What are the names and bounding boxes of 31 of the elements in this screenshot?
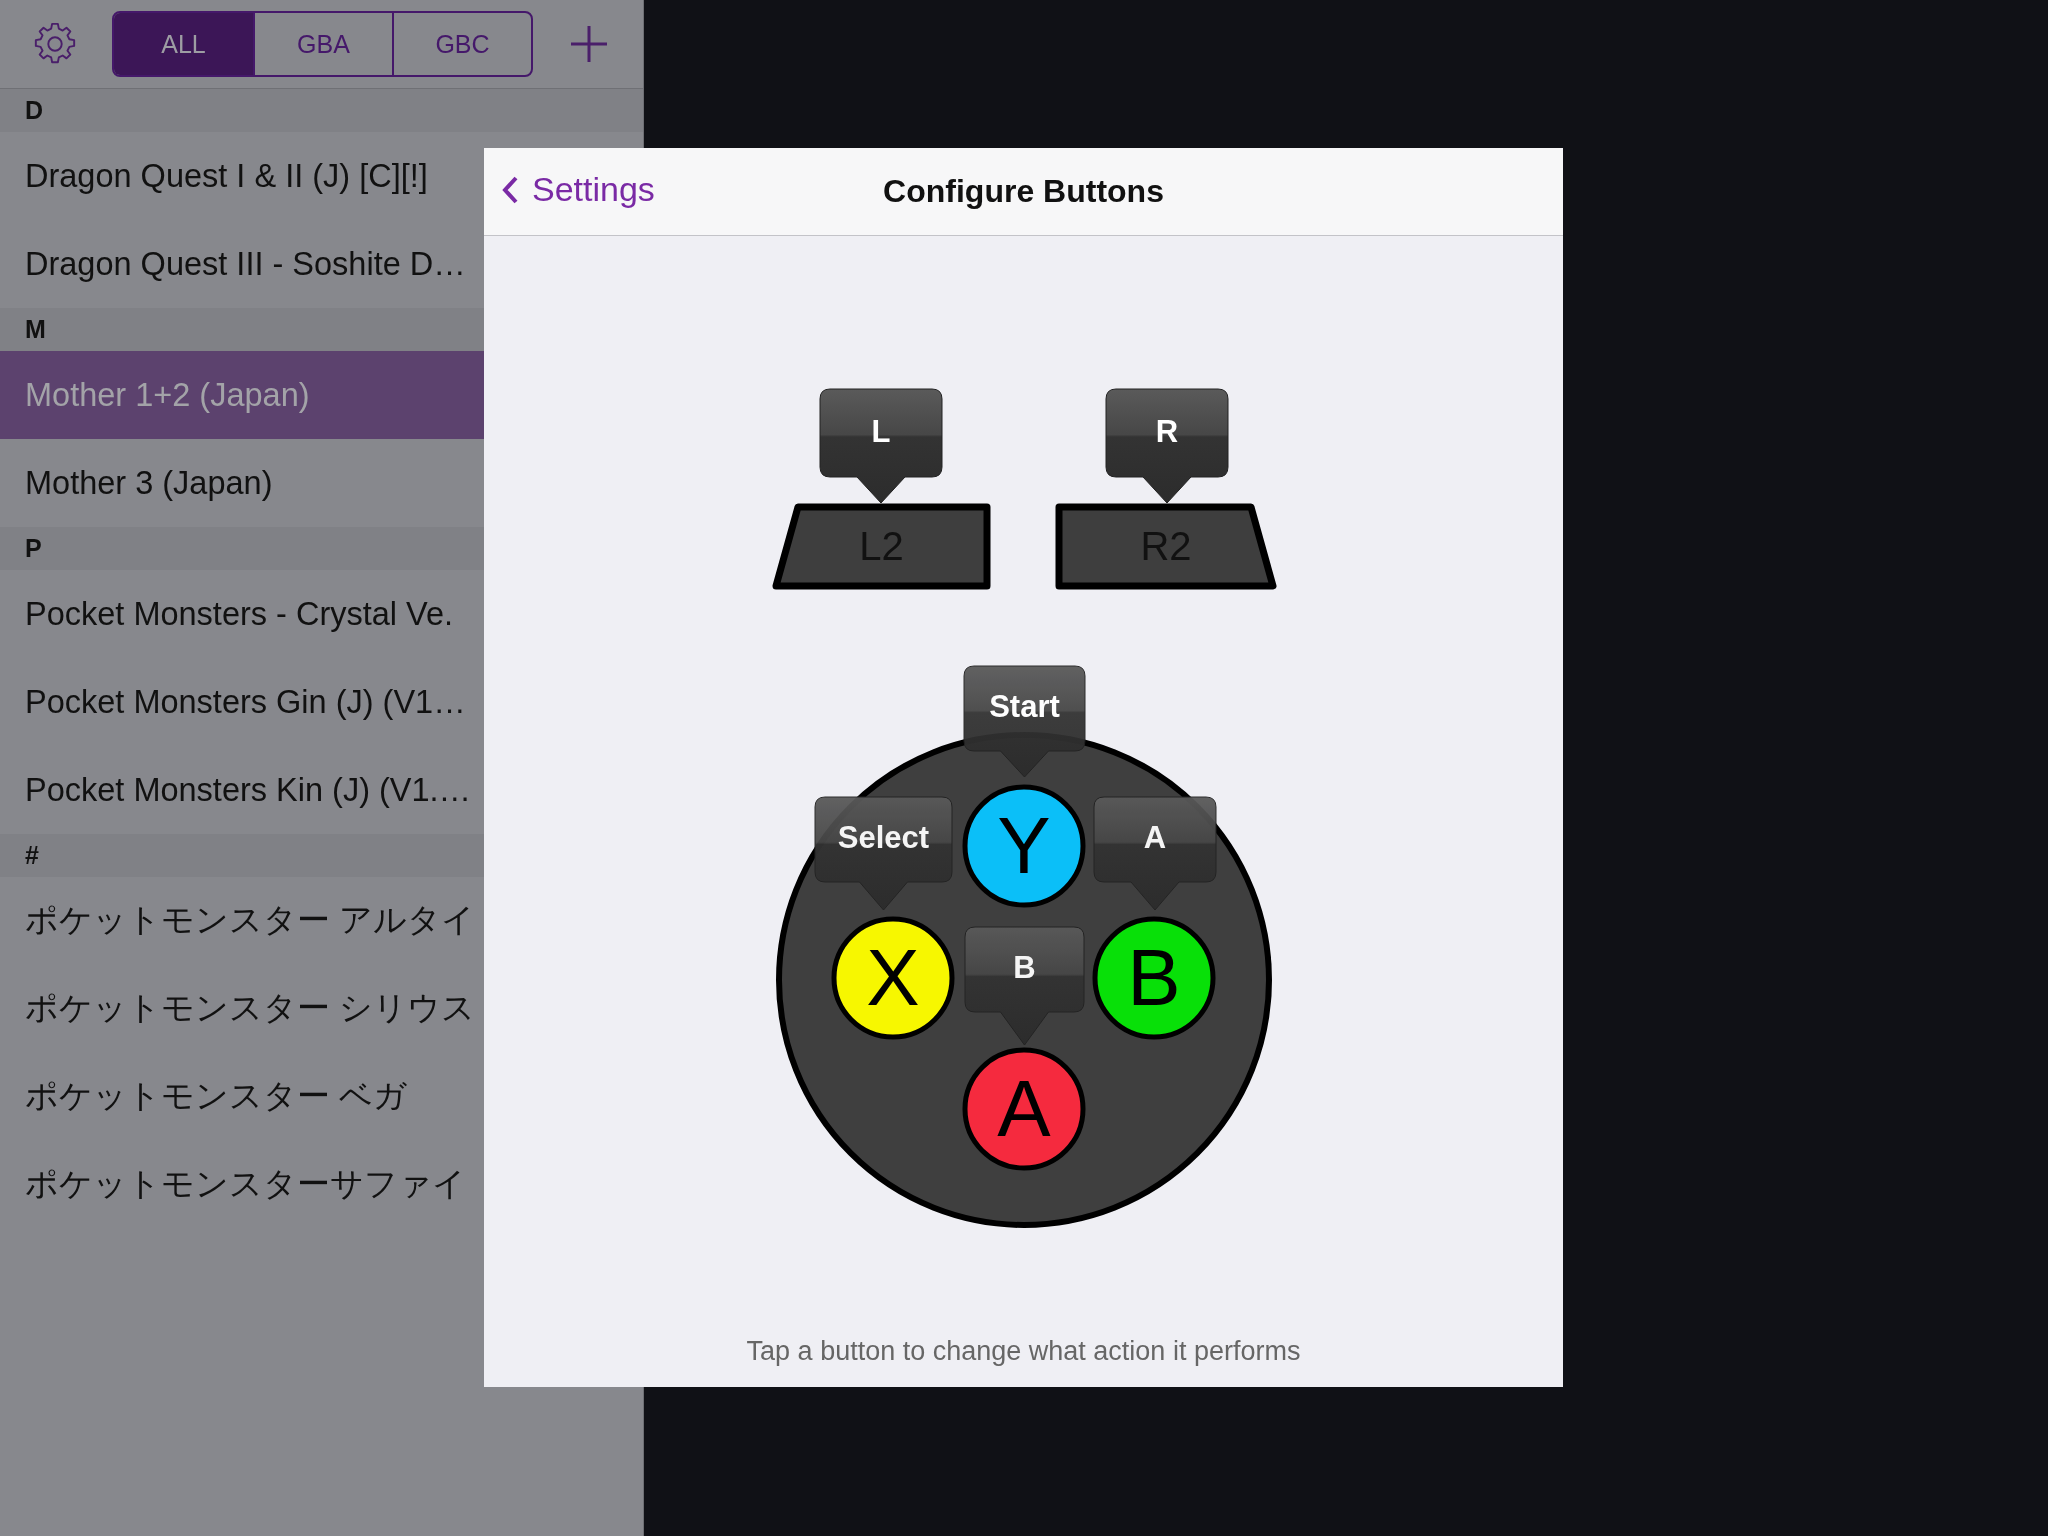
game-row[interactable]: Dragon Quest III - Soshite D…	[0, 220, 643, 308]
section-header: #	[25, 841, 39, 870]
game-row[interactable]: ポケットモンスター シリウス	[0, 965, 643, 1053]
mapping-bubble[interactable]: B	[964, 926, 1085, 1046]
mapping-bubble[interactable]: L	[819, 388, 943, 504]
filter-tab[interactable]: GBA	[253, 13, 392, 75]
game-row[interactable]: Mother 3 (Japan)	[0, 439, 643, 527]
filter-tab[interactable]: GBC	[392, 13, 531, 75]
section-header: P	[25, 534, 42, 563]
dialog-title: Configure Buttons	[883, 173, 1164, 210]
mapping-bubble[interactable]: Start	[963, 665, 1086, 778]
mapping-bubble[interactable]: Select	[814, 796, 953, 911]
back-chevron-icon	[502, 175, 518, 204]
game-row[interactable]: Pocket Monsters Gin (J) (V1…	[0, 658, 643, 746]
game-row[interactable]: Pocket Monsters - Crystal Ve.	[0, 570, 643, 658]
game-row[interactable]: Pocket Monsters Kin (J) (V1.…	[0, 746, 643, 834]
game-row[interactable]: ポケットモンスター ベガ	[0, 1053, 643, 1141]
face-button[interactable]: X	[831, 916, 955, 1040]
add-icon[interactable]	[569, 24, 609, 64]
section-header: M	[25, 315, 46, 344]
back-button[interactable]: Settings	[498, 166, 659, 213]
face-button[interactable]: A	[962, 1047, 1086, 1171]
game-row[interactable]: ポケットモンスターサファイ	[0, 1141, 643, 1229]
mapping-bubble[interactable]: R	[1105, 388, 1229, 504]
face-button[interactable]: B	[1092, 916, 1216, 1040]
filter-tab[interactable]: ALL	[114, 13, 253, 75]
section-header: D	[25, 96, 44, 125]
mapping-bubble[interactable]: A	[1093, 796, 1217, 911]
game-row[interactable]: ポケットモンスター アルタイ	[0, 877, 643, 965]
hint-text: Tap a button to change what action it performs	[746, 1336, 1301, 1367]
face-button[interactable]: Y	[962, 784, 1086, 908]
